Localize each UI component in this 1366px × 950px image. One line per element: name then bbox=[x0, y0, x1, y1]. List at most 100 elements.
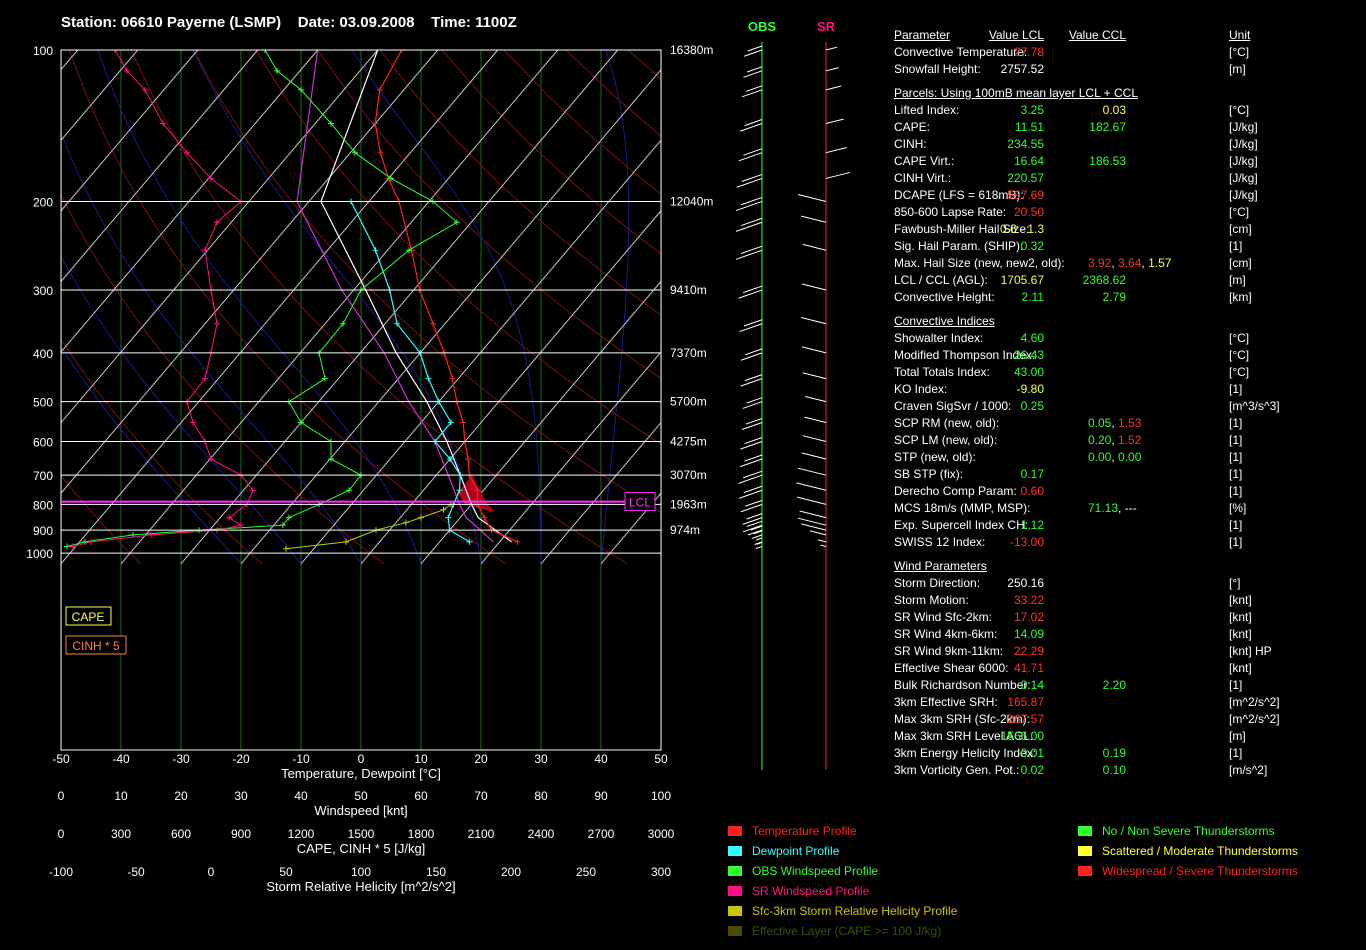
parameter-row: 850-600 Lapse Rate: 20.50 [°C] bbox=[894, 204, 1274, 221]
legend-swatch bbox=[728, 846, 742, 856]
parameter-row: Storm Direction: 250.16 [°] bbox=[894, 575, 1274, 592]
axis-tick-label: 10 bbox=[414, 752, 428, 766]
axis-tick-label: 30 bbox=[534, 752, 548, 766]
chart-title: Station: 06610 Payerne (LSMP) Date: 03.0… bbox=[61, 14, 517, 31]
sr-wind-stick bbox=[801, 346, 827, 354]
obs-wind-stick bbox=[740, 503, 763, 513]
axis-tick-label: -20 bbox=[232, 752, 250, 766]
isotherm bbox=[120, 50, 559, 565]
parameter-unit: [m^2/s^2] bbox=[1229, 712, 1280, 726]
parameter-unit: [m] bbox=[1229, 729, 1246, 743]
parameter-value-part: 71.13 bbox=[1088, 501, 1119, 515]
axis-tick-label: 50 bbox=[279, 865, 293, 879]
dry-adiabat bbox=[317, 50, 661, 380]
obs-windspeed-profile bbox=[66, 50, 458, 547]
axis-tick-label: 300 bbox=[651, 865, 671, 879]
parameter-unit: [m/s^2] bbox=[1229, 763, 1268, 777]
sr-wind-stick bbox=[801, 283, 827, 291]
value-lcl: 2.11 bbox=[1021, 290, 1044, 304]
height-tick-label: 16380m bbox=[670, 43, 713, 57]
legend-label: Dewpoint Profile bbox=[752, 844, 840, 858]
axis-title: Windspeed [knt] bbox=[314, 803, 407, 818]
legend-label: Effective Layer (CAPE >= 100 J/kg) bbox=[752, 924, 942, 938]
parameter-unit: [1] bbox=[1229, 518, 1243, 532]
section-heading-label: Convective Indices bbox=[894, 314, 995, 328]
value-lcl: 220.57 bbox=[1007, 171, 1044, 185]
obs-wind-stick bbox=[740, 441, 763, 450]
time-label: Time: 1100Z bbox=[431, 14, 517, 31]
axis-tick-label: 60 bbox=[414, 789, 428, 803]
srh-profile bbox=[285, 503, 452, 550]
obs-wind-stick bbox=[735, 249, 763, 260]
value-lcl: 4.60 bbox=[1020, 331, 1044, 345]
parameter-row: Exp. Supercell Index CH: 1.12 [1] bbox=[894, 517, 1274, 534]
parameter-label: Snowfall Height: bbox=[894, 62, 981, 76]
parameter-label: Bulk Richardson Number: bbox=[894, 678, 1031, 692]
obs-wind-stick bbox=[741, 217, 763, 227]
legend-label: Temperature Profile bbox=[752, 824, 857, 838]
sr-wind-stick bbox=[802, 435, 827, 442]
parameter-value-part: , --- bbox=[1118, 501, 1137, 515]
isotherm bbox=[0, 50, 18, 564]
legend-swatch bbox=[728, 926, 742, 936]
parameter-unit: [knt] bbox=[1229, 627, 1252, 641]
pressure-tick-label: 300 bbox=[33, 284, 53, 298]
legend-swatch bbox=[1078, 846, 1092, 856]
obs-wind-stick bbox=[738, 152, 763, 162]
parameter-label: SR Wind Sfc-2km: bbox=[894, 610, 993, 624]
legend-swatch bbox=[728, 866, 742, 876]
temperature-profile-point bbox=[481, 514, 488, 521]
obs-wind-stick bbox=[741, 173, 763, 182]
parameter-value-part: 1.57 bbox=[1148, 256, 1172, 270]
sr-wind-stick bbox=[825, 118, 844, 125]
pressure-tick-label: 1000 bbox=[26, 547, 53, 561]
value-ccl: 2.20 bbox=[1102, 678, 1126, 692]
legend-label: Widespread / Severe Thunderstorms bbox=[1102, 864, 1298, 878]
sr-wind-stick bbox=[801, 215, 827, 223]
dry-adiabat bbox=[130, 50, 628, 565]
parameter-unit: [1] bbox=[1229, 239, 1243, 253]
parameter-label: SR Wind 4km-6km: bbox=[894, 627, 998, 641]
axis-title: Storm Relative Helicity [m^2/s^2] bbox=[266, 879, 455, 894]
parameter-label: SB STP (fix): bbox=[894, 467, 964, 481]
isotherm bbox=[61, 50, 379, 424]
dewpoint-profile bbox=[350, 201, 470, 543]
parameter-unit: [m^2/s^2] bbox=[1229, 695, 1280, 709]
value-lcl: 2757.52 bbox=[1000, 62, 1044, 76]
parameter-row: DCAPE (LFS = 618mB): 597.69 [J/kg] bbox=[894, 187, 1274, 204]
dry-adiabat bbox=[68, 50, 506, 565]
parameter-values: 0.20, 1.52 bbox=[1088, 432, 1141, 449]
parameter-row: Convective Height: 2.11 2.79 [km] bbox=[894, 289, 1274, 306]
parcel-curve-white bbox=[320, 50, 512, 543]
parameter-label: CAPE Virt.: bbox=[894, 154, 955, 168]
parameter-row: Max 3km SRH (Sfc-2km): 267.57 [m^2/s^2] bbox=[894, 711, 1280, 728]
parameter-label: Max. Hail Size (new, new2, old): bbox=[894, 256, 1065, 270]
obs-wind-stick bbox=[740, 378, 763, 387]
parameter-unit: [°C] bbox=[1229, 331, 1250, 345]
axis-tick-label: -100 bbox=[49, 865, 73, 879]
legend-label: OBS Windspeed Profile bbox=[752, 864, 879, 878]
value-lcl: 1566.00 bbox=[1000, 729, 1044, 743]
height-tick-label: 7370m bbox=[670, 346, 707, 360]
parameter-unit: [%] bbox=[1229, 501, 1247, 515]
legend-item: Effective Layer (CAPE >= 100 J/kg) bbox=[728, 921, 957, 941]
sr-wind-stick bbox=[825, 67, 839, 72]
height-tick-label: 1963m bbox=[670, 497, 707, 511]
sr-wind-stick bbox=[825, 46, 838, 51]
legend-item: No / Non Severe Thunderstorms bbox=[1078, 821, 1298, 841]
axis-tick-label: 20 bbox=[474, 752, 488, 766]
parameter-values: 71.13, --- bbox=[1088, 500, 1137, 517]
dry-adiabat bbox=[61, 338, 263, 565]
profile-legend: Temperature Profile Dewpoint Profile OBS W… bbox=[728, 821, 957, 941]
srh-profile-point bbox=[283, 545, 289, 552]
axis-tick-label: -40 bbox=[112, 752, 130, 766]
obs-wind-stick bbox=[742, 401, 763, 409]
value-ccl: 186.53 bbox=[1089, 154, 1126, 168]
pressure-tick-label: 800 bbox=[33, 498, 53, 512]
parameter-label: 850-600 Lapse Rate: bbox=[894, 205, 1007, 219]
parameter-label: Convective Temperature: bbox=[894, 45, 1028, 59]
parameter-row: Max 3km SRH Level AGL: 1566.00 [m] bbox=[894, 728, 1274, 745]
sr-wind-stick bbox=[797, 193, 827, 202]
obs-wind-stick bbox=[740, 352, 763, 361]
axis-tick-label: 100 bbox=[651, 789, 671, 803]
